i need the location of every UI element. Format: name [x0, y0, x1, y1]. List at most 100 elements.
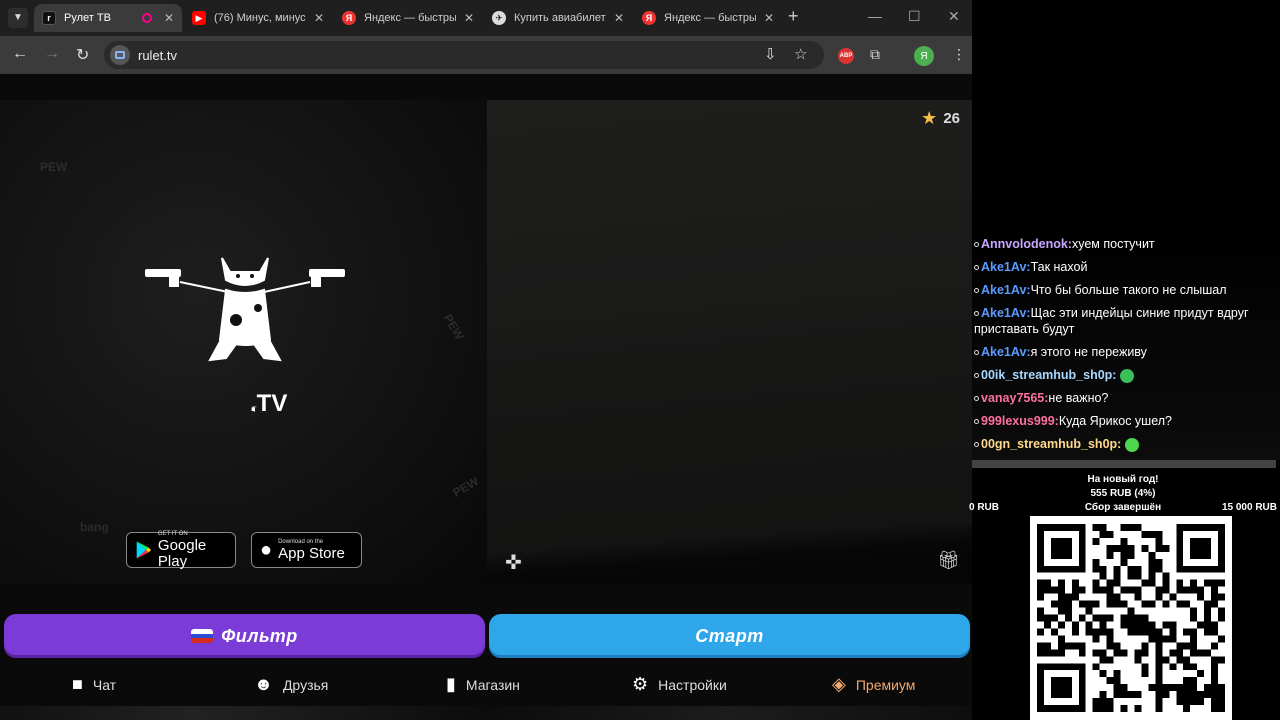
nav-chat[interactable]: ■ Чат: [72, 674, 116, 695]
badge-icon: [974, 373, 979, 379]
doodle-text: PEW: [40, 160, 68, 174]
nav-friends[interactable]: ☻ Друзья: [254, 674, 328, 695]
maximize-icon[interactable]: ☐: [908, 8, 921, 25]
forward-icon[interactable]: →: [44, 45, 60, 63]
start-button[interactable]: Старт: [489, 614, 970, 658]
shopping-bag-icon: ▮: [446, 674, 456, 694]
gear-icon: ⚙: [632, 674, 649, 694]
chat-nick: 999lexus999:: [981, 414, 1059, 428]
nav-chat-label: Чат: [92, 676, 117, 693]
back-icon[interactable]: ←: [12, 45, 28, 63]
rulet-cat-logo: [145, 257, 345, 362]
google-play-badge[interactable]: GET IT ON Google Play: [126, 531, 236, 569]
stream-chat: Annvolodenok:хуем постучит Ake1Av:Так на…: [974, 236, 1274, 459]
video-shadow: [487, 524, 972, 584]
chat-nick: Ake1Av:: [981, 345, 1031, 359]
tab-label: Яндекс — быстрый: [664, 12, 756, 24]
chat-nick: 00ik_streamhub_sh0p:: [981, 368, 1117, 382]
chat-text: Куда Ярикос ушел?: [1058, 414, 1172, 428]
browser-menu-icon[interactable]: ⋮: [952, 46, 966, 63]
site-info-icon[interactable]: [110, 45, 130, 65]
badge-big-text: App Store: [278, 544, 345, 562]
price-tag-icon: ◈: [832, 674, 846, 694]
badge-icon: [974, 396, 979, 402]
filter-label: Фильтр: [221, 625, 298, 646]
rulet-favicon: r: [42, 11, 56, 25]
chat-message: Ake1Av:Так нахой: [974, 259, 1274, 275]
chat-text: хуем постучит: [1071, 237, 1155, 251]
badge-icon: [974, 242, 979, 248]
close-icon[interactable]: ✕: [164, 11, 174, 25]
partner-video-panel: ★ 26 ✜ 🎁︎: [487, 100, 972, 584]
tab-label: Купить авиабилет: [514, 12, 606, 24]
recording-icon: [141, 13, 152, 23]
chat-nick: Ake1Av:: [981, 260, 1031, 274]
nav-settings-label: Настройки: [658, 676, 727, 693]
tab-search-button[interactable]: ▼: [8, 8, 28, 28]
friends-icon: ☻: [254, 674, 273, 694]
chat-bubble-icon: ■: [72, 674, 83, 694]
tab-flights[interactable]: ✈ Купить авиабилет ✕: [484, 4, 632, 32]
emote-icon: [1125, 437, 1140, 452]
chat-message: Ake1Av:Что бы больше такого не слышал: [974, 282, 1274, 298]
minimize-icon[interactable]: —: [868, 8, 882, 24]
nav-premium[interactable]: ◈ Премиум: [832, 674, 915, 695]
star-icon: ★: [921, 108, 938, 128]
adblock-icon[interactable]: ABP: [838, 48, 854, 64]
chat-message: Ake1Av:Щас эти индейцы синие придут вдру…: [974, 305, 1274, 337]
gamepad-icon[interactable]: ✜: [505, 550, 522, 575]
self-camera-panel: PEW PEW PEW bang т .TV GET IT ON Google …: [0, 100, 487, 584]
doodle-text: PEW: [450, 474, 482, 500]
chat-message: 00gn_streamhub_sh0p:: [974, 436, 1274, 452]
close-icon[interactable]: ✕: [464, 11, 474, 25]
address-bar[interactable]: rulet.tv ⇩ ☆: [104, 41, 824, 69]
tab-yandex-2[interactable]: Я Яндекс — быстрый ✕: [634, 4, 782, 32]
yandex-icon: Я: [342, 11, 356, 25]
chat-scrollbar[interactable]: [972, 460, 1276, 468]
chat-message: 999lexus999:Куда Ярикос ушел?: [974, 413, 1274, 429]
chat-nick: 00gn_streamhub_sh0p:: [981, 437, 1122, 451]
rating-value: 26: [943, 110, 960, 127]
russia-flag-icon: [191, 629, 214, 643]
install-app-icon[interactable]: ⇩: [764, 45, 777, 63]
google-play-icon: [136, 541, 152, 559]
profile-avatar[interactable]: Я: [914, 46, 934, 66]
close-icon[interactable]: ✕: [314, 11, 324, 25]
new-tab-button[interactable]: +: [788, 6, 799, 27]
badge-icon: [974, 265, 979, 271]
filter-button[interactable]: Фильтр: [4, 614, 485, 658]
tab-label: (76) Минус, минус: [214, 12, 306, 24]
badge-icon: [974, 419, 979, 425]
chat-text: не важно?: [1048, 391, 1109, 405]
chat-nick: Ake1Av:: [981, 283, 1031, 297]
bookmark-star-icon[interactable]: ☆: [794, 45, 807, 63]
badge-icon: [974, 311, 979, 317]
badge-icon: [974, 350, 979, 356]
donation-title: На новый год!: [1087, 474, 1159, 485]
url-text: rulet.tv: [138, 48, 178, 63]
chat-text: Так нахой: [1030, 260, 1088, 274]
badge-icon: [974, 288, 979, 294]
rating-display[interactable]: ★ 26: [921, 108, 960, 129]
app-store-badge[interactable]: ● Download on the App Store: [251, 532, 362, 568]
tab-youtube[interactable]: ▶ (76) Минус, минус ✕: [184, 4, 332, 32]
window-close-icon[interactable]: ✕: [948, 8, 960, 25]
reload-icon[interactable]: ↻: [76, 45, 89, 65]
apple-icon: ●: [260, 538, 273, 561]
tab-rulet[interactable]: r Рулет ТВ ✕: [34, 4, 182, 32]
tab-label: Рулет ТВ: [64, 12, 111, 24]
chat-text: я этого не переживу: [1030, 345, 1147, 359]
browser-toolbar: ← → ↻ rulet.tv ⇩ ☆ ⧉ ⋮: [0, 36, 972, 74]
nav-settings[interactable]: ⚙ Настройки: [632, 674, 727, 695]
tab-label: Яндекс — быстрый: [364, 12, 456, 24]
nav-shop[interactable]: ▮ Магазин: [446, 674, 520, 695]
chat-message: Annvolodenok:хуем постучит: [974, 236, 1274, 252]
donation-amount: 555 RUB (4%): [1090, 488, 1156, 499]
nav-shop-label: Магазин: [465, 676, 520, 693]
donation-max: 15 000 RUB: [1221, 502, 1277, 513]
tab-yandex-1[interactable]: Я Яндекс — быстрый ✕: [334, 4, 482, 32]
extensions-icon[interactable]: ⧉: [870, 46, 880, 63]
close-icon[interactable]: ✕: [764, 11, 774, 25]
close-icon[interactable]: ✕: [614, 11, 624, 25]
gift-icon[interactable]: 🎁︎: [937, 550, 960, 571]
